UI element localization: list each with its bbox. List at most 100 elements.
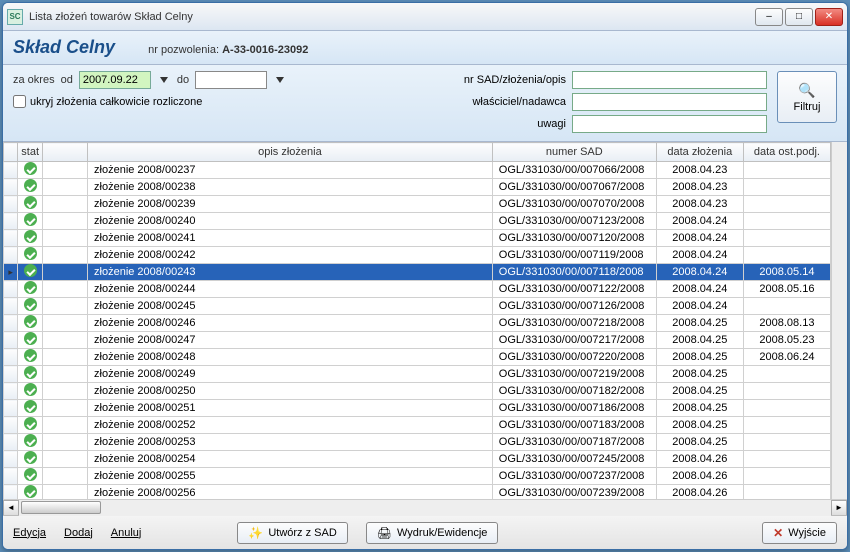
- opis-cell: złożenie 2008/00239: [88, 196, 493, 213]
- status-ok-icon: [24, 332, 37, 345]
- to-label: do: [177, 74, 189, 86]
- status-cell: [18, 281, 43, 298]
- status-cell: [18, 434, 43, 451]
- col-stat[interactable]: stat: [18, 143, 43, 162]
- add-link[interactable]: Dodaj: [64, 527, 93, 539]
- from-date-dropdown-icon[interactable]: [157, 73, 171, 87]
- sad-cell: OGL/331030/00/007067/2008: [492, 179, 656, 196]
- sad-cell: OGL/331030/00/007120/2008: [492, 230, 656, 247]
- row-indicator: [4, 434, 18, 451]
- status-cell: [18, 349, 43, 366]
- window-title: Lista złożeń towarów Skład Celny: [29, 11, 755, 23]
- status-ok-icon: [24, 485, 37, 498]
- row-indicator: [4, 400, 18, 417]
- status-cell: [18, 315, 43, 332]
- status-cell: [18, 162, 43, 179]
- permit: nr pozwolenia: A-33-0016-23092: [148, 44, 308, 56]
- data-ost-podj-cell: [743, 162, 830, 179]
- minimize-button[interactable]: –: [755, 8, 783, 26]
- table-row[interactable]: złożenie 2008/00256OGL/331030/00/007239/…: [4, 485, 831, 500]
- scroll-right-icon[interactable]: ►: [831, 500, 847, 516]
- status-cell: [18, 196, 43, 213]
- close-button[interactable]: ✕: [815, 8, 843, 26]
- opis-cell: złożenie 2008/00245: [88, 298, 493, 315]
- hide-settled-checkbox[interactable]: [13, 95, 26, 108]
- table: stat opis złożenia numer SAD data złożen…: [3, 142, 831, 499]
- row-indicator: [4, 485, 18, 500]
- data-grid[interactable]: stat opis złożenia numer SAD data złożen…: [3, 142, 831, 499]
- row-indicator: [4, 230, 18, 247]
- to-date-dropdown-icon[interactable]: [273, 73, 287, 87]
- opis-cell: złożenie 2008/00238: [88, 179, 493, 196]
- filter-button[interactable]: 🔍 Filtruj: [777, 71, 837, 123]
- edit-link[interactable]: Edycja: [13, 527, 46, 539]
- col-data-zlozenia[interactable]: data złożenia: [656, 143, 743, 162]
- scroll-left-icon[interactable]: ◄: [3, 500, 19, 516]
- table-row[interactable]: złożenie 2008/00244OGL/331030/00/007122/…: [4, 281, 831, 298]
- table-row[interactable]: złożenie 2008/00237OGL/331030/00/007066/…: [4, 162, 831, 179]
- table-row[interactable]: złożenie 2008/00247OGL/331030/00/007217/…: [4, 332, 831, 349]
- maximize-button[interactable]: □: [785, 8, 813, 26]
- table-row[interactable]: złożenie 2008/00254OGL/331030/00/007245/…: [4, 451, 831, 468]
- vertical-scrollbar[interactable]: [831, 142, 847, 499]
- col-data-ost-podj[interactable]: data ost.podj.: [743, 143, 830, 162]
- from-label: od: [61, 74, 73, 86]
- remarks-input[interactable]: [572, 115, 767, 133]
- table-row[interactable]: złożenie 2008/00245OGL/331030/00/007126/…: [4, 298, 831, 315]
- blank-cell: [42, 179, 87, 196]
- table-row[interactable]: złożenie 2008/00253OGL/331030/00/007187/…: [4, 434, 831, 451]
- data-zlozenia-cell: 2008.04.25: [656, 315, 743, 332]
- table-row[interactable]: złożenie 2008/00238OGL/331030/00/007067/…: [4, 179, 831, 196]
- col-sad[interactable]: numer SAD: [492, 143, 656, 162]
- table-row[interactable]: złożenie 2008/00243OGL/331030/00/007118/…: [4, 264, 831, 281]
- table-row[interactable]: złożenie 2008/00240OGL/331030/00/007123/…: [4, 213, 831, 230]
- table-row[interactable]: złożenie 2008/00241OGL/331030/00/007120/…: [4, 230, 831, 247]
- window-buttons: – □ ✕: [755, 8, 843, 26]
- col-blank[interactable]: [42, 143, 87, 162]
- header: Skład Celny nr pozwolenia: A-33-0016-230…: [3, 31, 847, 65]
- filter-mid: nr SAD/złożenia/opis właściciel/nadawca …: [297, 71, 767, 133]
- table-row[interactable]: złożenie 2008/00255OGL/331030/00/007237/…: [4, 468, 831, 485]
- table-row[interactable]: złożenie 2008/00248OGL/331030/00/007220/…: [4, 349, 831, 366]
- status-cell: [18, 247, 43, 264]
- print-button[interactable]: 🖨 Wydruk/Ewidencje: [366, 522, 499, 544]
- filter-bar: za okres od do ukryj złożenia całkowicie…: [3, 65, 847, 142]
- table-row[interactable]: złożenie 2008/00251OGL/331030/00/007186/…: [4, 400, 831, 417]
- scroll-track[interactable]: [19, 500, 831, 516]
- sad-cell: OGL/331030/00/007220/2008: [492, 349, 656, 366]
- cancel-link[interactable]: Anuluj: [111, 527, 142, 539]
- data-zlozenia-cell: 2008.04.25: [656, 400, 743, 417]
- table-row[interactable]: złożenie 2008/00250OGL/331030/00/007182/…: [4, 383, 831, 400]
- table-row[interactable]: złożenie 2008/00239OGL/331030/00/007070/…: [4, 196, 831, 213]
- data-ost-podj-cell: [743, 179, 830, 196]
- data-zlozenia-cell: 2008.04.25: [656, 434, 743, 451]
- to-date-input[interactable]: [195, 71, 267, 89]
- status-ok-icon: [24, 264, 37, 277]
- opis-cell: złożenie 2008/00255: [88, 468, 493, 485]
- blank-cell: [42, 213, 87, 230]
- owner-input[interactable]: [572, 93, 767, 111]
- row-indicator: [4, 264, 18, 281]
- status-cell: [18, 179, 43, 196]
- data-zlozenia-cell: 2008.04.25: [656, 366, 743, 383]
- row-indicator: [4, 247, 18, 264]
- data-zlozenia-cell: 2008.04.26: [656, 485, 743, 500]
- create-from-sad-button[interactable]: ✨ Utwórz z SAD: [237, 522, 347, 544]
- owner-label: właściciel/nadawca: [426, 96, 566, 108]
- blank-cell: [42, 417, 87, 434]
- col-opis[interactable]: opis złożenia: [88, 143, 493, 162]
- sad-input[interactable]: [572, 71, 767, 89]
- table-row[interactable]: złożenie 2008/00242OGL/331030/00/007119/…: [4, 247, 831, 264]
- horizontal-scrollbar[interactable]: ◄ ►: [3, 499, 847, 515]
- blank-cell: [42, 485, 87, 500]
- sad-cell: OGL/331030/00/007066/2008: [492, 162, 656, 179]
- from-date-input[interactable]: [79, 71, 151, 89]
- opis-cell: złożenie 2008/00240: [88, 213, 493, 230]
- table-row[interactable]: złożenie 2008/00252OGL/331030/00/007183/…: [4, 417, 831, 434]
- brand-label: Skład Celny: [13, 37, 115, 58]
- status-cell: [18, 298, 43, 315]
- scroll-thumb[interactable]: [21, 501, 101, 514]
- exit-button[interactable]: ✕ Wyjście: [762, 522, 837, 544]
- table-row[interactable]: złożenie 2008/00249OGL/331030/00/007219/…: [4, 366, 831, 383]
- table-row[interactable]: złożenie 2008/00246OGL/331030/00/007218/…: [4, 315, 831, 332]
